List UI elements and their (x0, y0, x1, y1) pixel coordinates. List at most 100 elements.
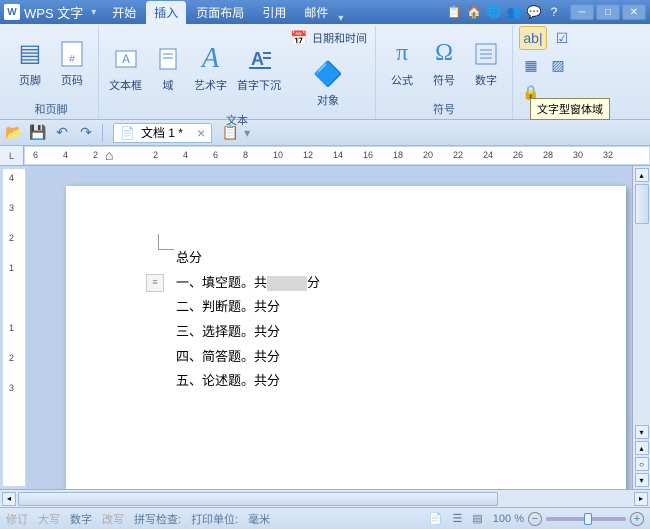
field-icon (152, 43, 184, 75)
zoom-out-button[interactable]: − (528, 512, 542, 526)
view-web-icon[interactable]: ▤ (472, 512, 482, 525)
home-icon[interactable]: 🏠 (466, 4, 482, 20)
textbox-button[interactable]: A 文本框 (105, 41, 146, 95)
tooltip: 文字型窗体域 (530, 98, 610, 120)
ribbon-group-header-footer: ▤ 页脚 # 页码 和页脚 (4, 26, 99, 119)
scroll-thumb[interactable] (635, 184, 649, 224)
browse-object-button[interactable]: ○ (635, 457, 649, 471)
copy-icon[interactable]: 📋 (446, 4, 462, 20)
check-form-field-button[interactable]: ☑ (550, 26, 574, 50)
svg-text:#: # (69, 54, 75, 65)
open-button[interactable]: 📂 (4, 123, 24, 143)
status-spellcheck[interactable]: 拼写检查: (134, 511, 181, 527)
doc-line[interactable]: 三、选择题。共分 (176, 320, 516, 345)
zoom-in-button[interactable]: + (630, 512, 644, 526)
window-controls: ─ □ ✕ (570, 4, 646, 20)
tabs-more[interactable]: ▾ (338, 13, 343, 24)
object-button[interactable]: 🔷 对象 (287, 56, 369, 110)
ruler-corner[interactable]: L (0, 146, 24, 165)
tab-start[interactable]: 开始 (104, 1, 144, 24)
datetime-icon: 📅 (289, 28, 309, 48)
number-icon (470, 38, 502, 70)
undo-button[interactable]: ↶ (52, 123, 72, 143)
user-icon[interactable]: 👥 (506, 4, 522, 20)
app-menu-dropdown[interactable]: ▾ (91, 7, 96, 18)
dropcap-button[interactable]: A 首字下沉 (233, 41, 285, 95)
help-icon[interactable]: ? (546, 4, 562, 20)
horizontal-scrollbar[interactable]: ◂ ▸ (0, 492, 650, 506)
field-button[interactable]: 域 (148, 41, 188, 95)
doc-line[interactable]: 四、简答题。共分 (176, 345, 516, 370)
status-unit[interactable]: 毫米 (248, 511, 270, 527)
indent-marker[interactable]: ⌂ (105, 147, 113, 163)
scroll-left-button[interactable]: ◂ (2, 492, 16, 506)
next-page-button[interactable]: ▾ (635, 473, 649, 487)
scroll-up-button[interactable]: ▴ (635, 168, 649, 182)
symbol-button[interactable]: Ω 符号 (424, 36, 464, 90)
ruler-row: L ⌂ 6422468101214161820222426283032 (0, 146, 650, 166)
tab-reference[interactable]: 引用 (254, 1, 294, 24)
footer-button[interactable]: ▤ 页脚 (10, 36, 50, 90)
svg-text:A: A (121, 52, 129, 66)
doc-line[interactable]: 二、判断题。共分 (176, 295, 516, 320)
equation-button[interactable]: π 公式 (382, 36, 422, 90)
omega-icon: Ω (428, 38, 460, 70)
text-form-field-button[interactable]: ab| (519, 26, 547, 50)
form-fill-field[interactable] (267, 276, 307, 291)
line-text: 五、论述题。共分 (176, 369, 280, 394)
status-track[interactable]: 修订 (6, 511, 28, 527)
scroll-down-button[interactable]: ▾ (635, 425, 649, 439)
tab-insert[interactable]: 插入 (146, 1, 186, 24)
zoom-slider[interactable] (546, 517, 626, 521)
tab-mail[interactable]: 邮件 (296, 1, 336, 24)
combo-form-field-button[interactable]: ▦ (519, 53, 543, 77)
datetime-button[interactable]: 📅 日期和时间 (287, 26, 369, 50)
view-print-icon[interactable]: 📄 (429, 512, 443, 525)
minimize-button[interactable]: ─ (570, 4, 594, 20)
status-caps[interactable]: 大写 (38, 511, 60, 527)
ribbon: ▤ 页脚 # 页码 和页脚 A 文本框 域 A 艺术字 (0, 24, 650, 120)
page[interactable]: 总分≡一、填空题。共分二、判断题。共分三、选择题。共分四、简答题。共分五、论述题… (66, 186, 626, 489)
document-area[interactable]: 总分≡一、填空题。共分二、判断题。共分三、选择题。共分四、简答题。共分五、论述题… (26, 166, 632, 489)
vertical-ruler[interactable]: 4321123 (2, 168, 26, 487)
doc-title: 文档 1 * (141, 124, 183, 141)
scroll-right-button[interactable]: ▸ (634, 492, 648, 506)
horizontal-ruler[interactable]: ⌂ 6422468101214161820222426283032 (24, 146, 650, 165)
status-num[interactable]: 数字 (70, 511, 92, 527)
textbox-icon: A (110, 43, 142, 75)
status-unit-label: 打印单位: (191, 511, 238, 527)
ribbon-group-symbol: π 公式 Ω 符号 数字 符号 (376, 26, 513, 119)
hscroll-thumb[interactable] (18, 492, 498, 506)
tab-pagelayout[interactable]: 页面布局 (188, 1, 252, 24)
view-outline-icon[interactable]: ☰ (453, 512, 463, 525)
save-button[interactable]: 💾 (28, 123, 48, 143)
zoom-controls: 100 % − + (493, 512, 644, 526)
doc-line[interactable]: ≡一、填空题。共分 (176, 271, 516, 296)
prev-page-button[interactable]: ▴ (635, 441, 649, 455)
doc-icon: 📄 (120, 126, 135, 140)
zoom-value[interactable]: 100 % (493, 513, 524, 525)
line-text: 二、判断题。共分 (176, 295, 280, 320)
redo-button[interactable]: ↷ (76, 123, 96, 143)
close-button[interactable]: ✕ (622, 4, 646, 20)
page-number-button[interactable]: # 页码 (52, 36, 92, 90)
zoom-thumb[interactable] (584, 513, 592, 525)
cursor-margin-mark (158, 234, 174, 250)
globe-icon[interactable]: 🌐 (486, 4, 502, 20)
titlebar: W WPS 文字 ▾ 开始 插入 页面布局 引用 邮件 ▾ 📋 🏠 🌐 👥 💬 … (0, 0, 650, 24)
status-overwrite[interactable]: 改写 (102, 511, 124, 527)
number-button[interactable]: 数字 (466, 36, 506, 90)
document-tab[interactable]: 📄 文档 1 * × (113, 123, 212, 143)
page-number-icon: # (56, 38, 88, 70)
svg-text:A: A (251, 49, 264, 69)
doc-close-button[interactable]: × (197, 125, 205, 141)
line-text: 一、填空题。共 (176, 271, 267, 296)
wordart-button[interactable]: A 艺术字 (190, 41, 231, 95)
vertical-scrollbar[interactable]: ▴ ▾ ▴ ○ ▾ (632, 166, 650, 489)
doc-line[interactable]: 五、论述题。共分 (176, 369, 516, 394)
shade-form-button[interactable]: ▨ (546, 53, 570, 77)
chat-icon[interactable]: 💬 (526, 4, 542, 20)
doc-line[interactable]: 总分 (176, 246, 516, 271)
maximize-button[interactable]: □ (596, 4, 620, 20)
pi-icon: π (386, 38, 418, 70)
